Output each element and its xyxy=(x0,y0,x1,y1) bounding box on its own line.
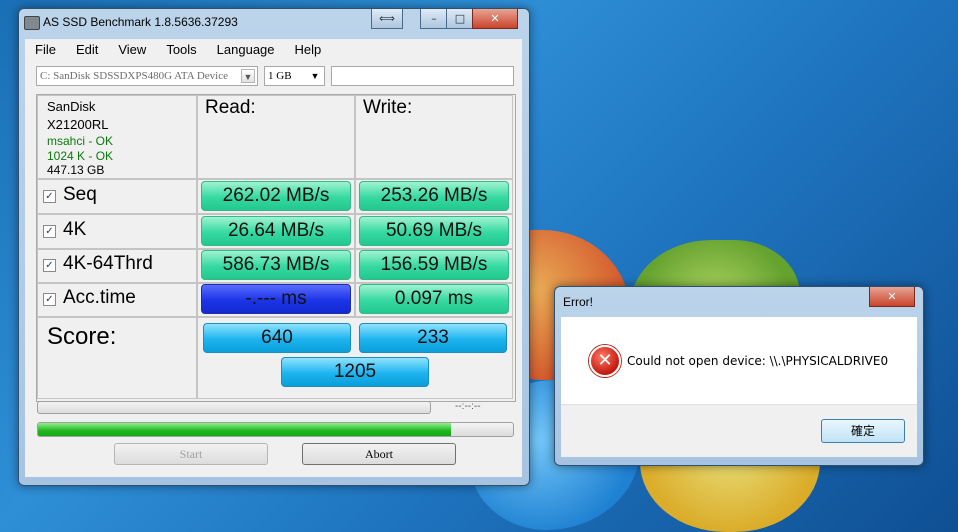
error-icon: ✕ xyxy=(589,345,621,377)
error-client-area: ✕ Could not open device: \\.\PHYSICALDRI… xyxy=(561,317,917,457)
menu-language[interactable]: Language xyxy=(207,39,285,61)
read-header: Read: xyxy=(205,97,256,118)
menu-edit[interactable]: Edit xyxy=(66,39,108,61)
score-write-value: 233 xyxy=(359,323,507,353)
resize-button[interactable]: ⟺ xyxy=(371,9,403,29)
ok-button[interactable]: 確定 xyxy=(821,419,905,443)
device-select-value: C: SanDisk SDSSDXPS480G ATA Device xyxy=(40,70,228,82)
menu-view[interactable]: View xyxy=(108,39,156,61)
drive-capacity: 447.13 GB xyxy=(47,163,105,177)
seq-read-value: 262.02 MB/s xyxy=(201,181,351,211)
error-close-button[interactable]: ✕ xyxy=(869,287,915,307)
seq-write-value: 253.26 MB/s xyxy=(359,181,509,211)
abort-button[interactable]: Abort xyxy=(302,443,456,465)
size-dropdown-icon: ▼ xyxy=(310,71,320,81)
close-icon: ✕ xyxy=(490,12,500,25)
score-total-value: 1205 xyxy=(281,357,429,387)
error-title-bar[interactable]: Error! ✕ xyxy=(555,287,923,315)
results-grid: SanDisk X21200RL msahci - OK 1024 K - OK… xyxy=(36,94,516,402)
resize-icon: ⟺ xyxy=(379,12,395,25)
device-select[interactable]: C: SanDisk SDSSDXPS480G ATA Device ▼ xyxy=(36,66,258,86)
alignment-status: 1024 K - OK xyxy=(47,149,114,163)
seq-label: Seq xyxy=(63,184,97,205)
4k-read-value: 26.64 MB/s xyxy=(201,216,351,246)
minimize-button[interactable]: – xyxy=(420,9,448,29)
main-client-area: File Edit View Tools Language Help C: Sa… xyxy=(25,39,522,477)
write-header: Write: xyxy=(363,97,413,118)
row-cell xyxy=(37,214,197,249)
4k-write-value: 50.69 MB/s xyxy=(359,216,509,246)
4k-64thrd-label: 4K-64Thrd xyxy=(63,253,153,274)
title-bar[interactable]: AS SSD Benchmark 1.8.5636.37293 ⟺ – □ ✕ xyxy=(19,9,529,37)
start-button[interactable]: Start xyxy=(114,443,268,465)
acc-time-checkbox[interactable]: ✓ xyxy=(43,293,56,306)
drive-vendor: SanDisk xyxy=(47,99,96,114)
4k-checkbox[interactable]: ✓ xyxy=(43,225,56,238)
acc-time-write-value: 0.097 ms xyxy=(359,284,509,314)
test-progress-bar xyxy=(37,401,431,414)
close-button[interactable]: ✕ xyxy=(472,9,518,29)
maximize-icon: □ xyxy=(454,12,466,25)
window-title: AS SSD Benchmark 1.8.5636.37293 xyxy=(43,15,238,29)
seq-checkbox[interactable]: ✓ xyxy=(43,190,56,203)
drive-firmware: X21200RL xyxy=(47,117,109,132)
minimize-icon: – xyxy=(431,12,437,25)
score-label: Score: xyxy=(47,323,117,350)
as-ssd-window: AS SSD Benchmark 1.8.5636.37293 ⟺ – □ ✕ … xyxy=(18,8,530,486)
error-dialog: Error! ✕ ✕ Could not open device: \\.\PH… xyxy=(554,286,924,466)
acc-time-label: Acc.time xyxy=(63,287,136,308)
4k-label: 4K xyxy=(63,219,87,240)
total-progress-bar xyxy=(37,422,514,437)
4k-64thrd-checkbox[interactable]: ✓ xyxy=(43,259,56,272)
4k-64thrd-read-value: 586.73 MB/s xyxy=(201,250,351,280)
extra-input[interactable] xyxy=(331,66,514,86)
menu-help[interactable]: Help xyxy=(285,39,332,61)
row-cell xyxy=(37,179,197,214)
4k-64thrd-write-value: 156.59 MB/s xyxy=(359,250,509,280)
acc-time-read-value: -.--- ms xyxy=(201,284,351,314)
close-icon: ✕ xyxy=(887,290,897,303)
error-message: Could not open device: \\.\PHYSICALDRIVE… xyxy=(627,354,889,368)
maximize-button[interactable]: □ xyxy=(446,9,474,29)
elapsed-time: --:--:-- xyxy=(455,401,481,412)
menu-tools[interactable]: Tools xyxy=(156,39,206,61)
score-read-value: 640 xyxy=(203,323,351,353)
driver-status: msahci - OK xyxy=(47,134,114,148)
total-progress-fill xyxy=(38,423,452,436)
size-select[interactable]: 1 GB ▼ xyxy=(264,66,325,86)
error-title: Error! xyxy=(563,295,593,309)
size-select-value: 1 GB xyxy=(268,70,292,82)
menu-file[interactable]: File xyxy=(25,39,66,61)
device-dropdown-icon: ▼ xyxy=(241,69,255,83)
menu-bar: File Edit View Tools Language Help xyxy=(25,39,522,61)
app-icon xyxy=(24,16,40,30)
